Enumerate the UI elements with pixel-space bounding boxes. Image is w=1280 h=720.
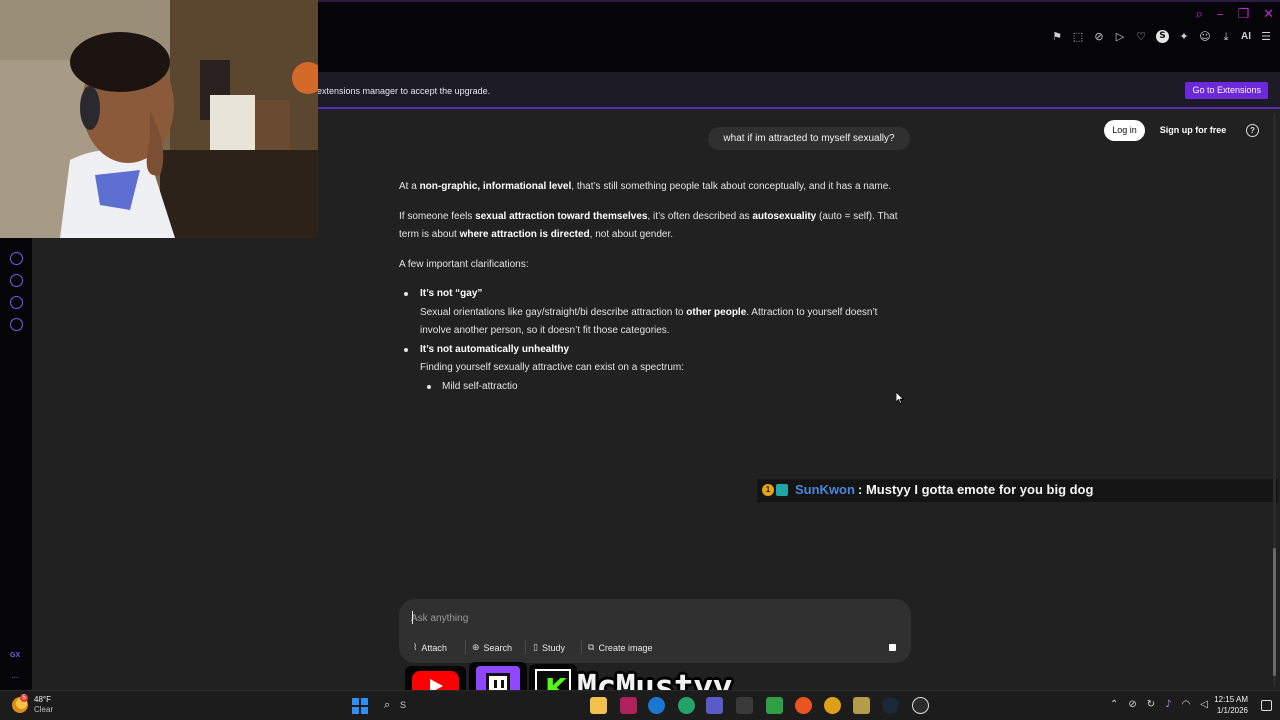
browser-sidebar: GX ...: [0, 238, 32, 690]
profile-s-icon[interactable]: S: [1156, 30, 1169, 43]
store-icon[interactable]: [736, 697, 753, 714]
sync-icon[interactable]: ↻: [1147, 699, 1155, 710]
study-button[interactable]: ▯ Study: [533, 640, 565, 655]
snapshot-icon[interactable]: ⬚: [1072, 30, 1084, 43]
extensions-icon[interactable]: ✦: [1178, 30, 1190, 43]
create-image-button[interactable]: ⧉ Create image: [588, 640, 652, 655]
image-icon: ⧉: [588, 642, 595, 653]
login-button[interactable]: Log in: [1104, 120, 1145, 141]
clarification-list: It’s not “gay” Sexual orientations like …: [399, 285, 909, 396]
maximize-icon[interactable]: ❐: [1237, 6, 1249, 24]
xbox-icon[interactable]: [678, 697, 695, 714]
chat-username: SunKwon: [795, 482, 855, 497]
obs-icon[interactable]: [853, 697, 870, 714]
chat-message-text: : Mustyy I gotta emote for you big dog: [858, 482, 1094, 497]
ai-button[interactable]: AI: [1241, 31, 1251, 42]
history-icon[interactable]: [10, 274, 23, 287]
excel-icon[interactable]: [766, 697, 783, 714]
origin-icon[interactable]: [795, 697, 812, 714]
banner-text: extensions manager to accept the upgrade…: [317, 86, 491, 96]
globe-icon: ⊕: [472, 642, 480, 653]
list-item: It’s not “gay” Sexual orientations like …: [399, 285, 909, 341]
chat-badge-icon: 1: [762, 484, 774, 496]
wifi-icon[interactable]: ◠: [1182, 699, 1191, 710]
webcam-overlay: [0, 0, 318, 238]
volume-icon[interactable]: ◁: [1200, 699, 1208, 710]
search-tabs-icon[interactable]: ⌕: [1196, 6, 1203, 24]
time: 12:15 AM: [1214, 695, 1248, 704]
window-controls: ⌕ – ❐ ✕: [1196, 6, 1274, 24]
chrome-icon[interactable]: [824, 697, 841, 714]
paragraph-3: A few important clarifications:: [399, 258, 529, 270]
signup-button[interactable]: Sign up for free: [1153, 120, 1233, 141]
taskbar-search-text[interactable]: S: [400, 700, 406, 710]
notification-icon[interactable]: [1261, 700, 1272, 711]
opera-gx-icon[interactable]: [620, 697, 637, 714]
edge-icon[interactable]: [648, 697, 665, 714]
account-icon[interactable]: ☺: [1199, 30, 1211, 43]
divider: [465, 640, 466, 654]
player-icon[interactable]: ▷: [1114, 30, 1126, 43]
taskbar-search-icon[interactable]: ⌕: [384, 698, 390, 712]
system-tray: ⌃ ⊘ ↻ ♪ ◠ ◁: [1110, 699, 1208, 710]
screen: ⌕ – ❐ ✕ ⚑ ⬚ ⊘ ▷ ♡ S ✦ ☺ ⤓ AI ☰ extension…: [0, 0, 1280, 720]
paragraph-2: If someone feels sexual attraction towar…: [399, 210, 898, 241]
heart-icon[interactable]: ♡: [1135, 30, 1147, 43]
stop-generating-button[interactable]: [886, 641, 899, 654]
chat-badge-icon: [776, 484, 788, 496]
download-icon[interactable]: ⤓: [1220, 30, 1232, 43]
extensions-sidebar-icon[interactable]: [10, 296, 23, 309]
bookmark-icon[interactable]: ⚑: [1051, 30, 1063, 43]
app-icon[interactable]: [706, 697, 723, 714]
assistant-response: At a non-graphic, informational level, t…: [399, 178, 909, 396]
more-dots-icon[interactable]: ...: [11, 670, 19, 680]
minimize-icon[interactable]: –: [1217, 6, 1224, 24]
stream-chat-message: 1 SunKwon : Mustyy I gotta emote for you…: [757, 479, 1278, 502]
tab-strip: [318, 0, 1280, 2]
player-sidebar-icon[interactable]: [10, 252, 23, 265]
close-icon[interactable]: ✕: [1263, 6, 1274, 24]
windows-taskbar: 5 48°F Clear ⌕ S ⌃ ⊘ ↻ ♪ ◠ ◁ 12:15 AM 1/…: [0, 690, 1280, 720]
microphone-icon[interactable]: ♪: [1165, 699, 1171, 710]
search-button[interactable]: ⊕ Search: [472, 640, 512, 655]
book-icon: ▯: [533, 642, 538, 653]
user-message-bubble: what if im attracted to myself sexually?: [708, 127, 910, 150]
message-composer: ⌇ Attach ⊕ Search ▯ Study ⧉ Create image: [399, 599, 911, 663]
chevron-up-icon[interactable]: ⌃: [1110, 699, 1118, 710]
ask-input[interactable]: [411, 610, 831, 626]
adblock-icon[interactable]: ⊘: [1093, 30, 1105, 43]
network-off-icon[interactable]: ⊘: [1128, 699, 1136, 710]
date: 1/1/2026: [1216, 706, 1248, 715]
menu-icon[interactable]: ☰: [1260, 30, 1272, 43]
help-icon[interactable]: ?: [1246, 124, 1259, 137]
weather-icon: 5: [12, 694, 28, 713]
temperature: 48°F: [34, 695, 51, 704]
weather-widget[interactable]: 5 48°F Clear: [12, 694, 54, 715]
gx-label[interactable]: GX: [10, 652, 20, 659]
weather-condition: Clear: [34, 705, 54, 714]
steam-icon[interactable]: [882, 697, 899, 714]
taskbar-clock[interactable]: 12:15 AM 1/1/2026: [1214, 694, 1248, 716]
attach-button[interactable]: ⌇ Attach: [413, 640, 447, 655]
stop-icon: [889, 644, 896, 651]
divider: [581, 640, 582, 654]
divider: [525, 640, 526, 654]
webcam-image: [0, 0, 318, 238]
settings-icon[interactable]: [10, 318, 23, 331]
go-to-extensions-button[interactable]: Go to Extensions: [1185, 82, 1268, 99]
app-icon[interactable]: [912, 697, 929, 714]
browser-toolbar: ⚑ ⬚ ⊘ ▷ ♡ S ✦ ☺ ⤓ AI ☰: [1051, 30, 1272, 43]
windows-start-icon[interactable]: [352, 698, 368, 714]
text-caret: [412, 611, 413, 624]
paperclip-icon: ⌇: [413, 642, 418, 653]
scrollbar-thumb[interactable]: [1273, 548, 1276, 676]
paragraph-1: At a non-graphic, informational level, t…: [399, 181, 892, 192]
page-scrollbar[interactable]: [1273, 114, 1276, 686]
file-explorer-icon[interactable]: [590, 697, 607, 714]
list-item: It’s not automatically unhealthy Finding…: [399, 341, 909, 378]
sub-list-item: Mild self-attractio: [399, 378, 909, 397]
